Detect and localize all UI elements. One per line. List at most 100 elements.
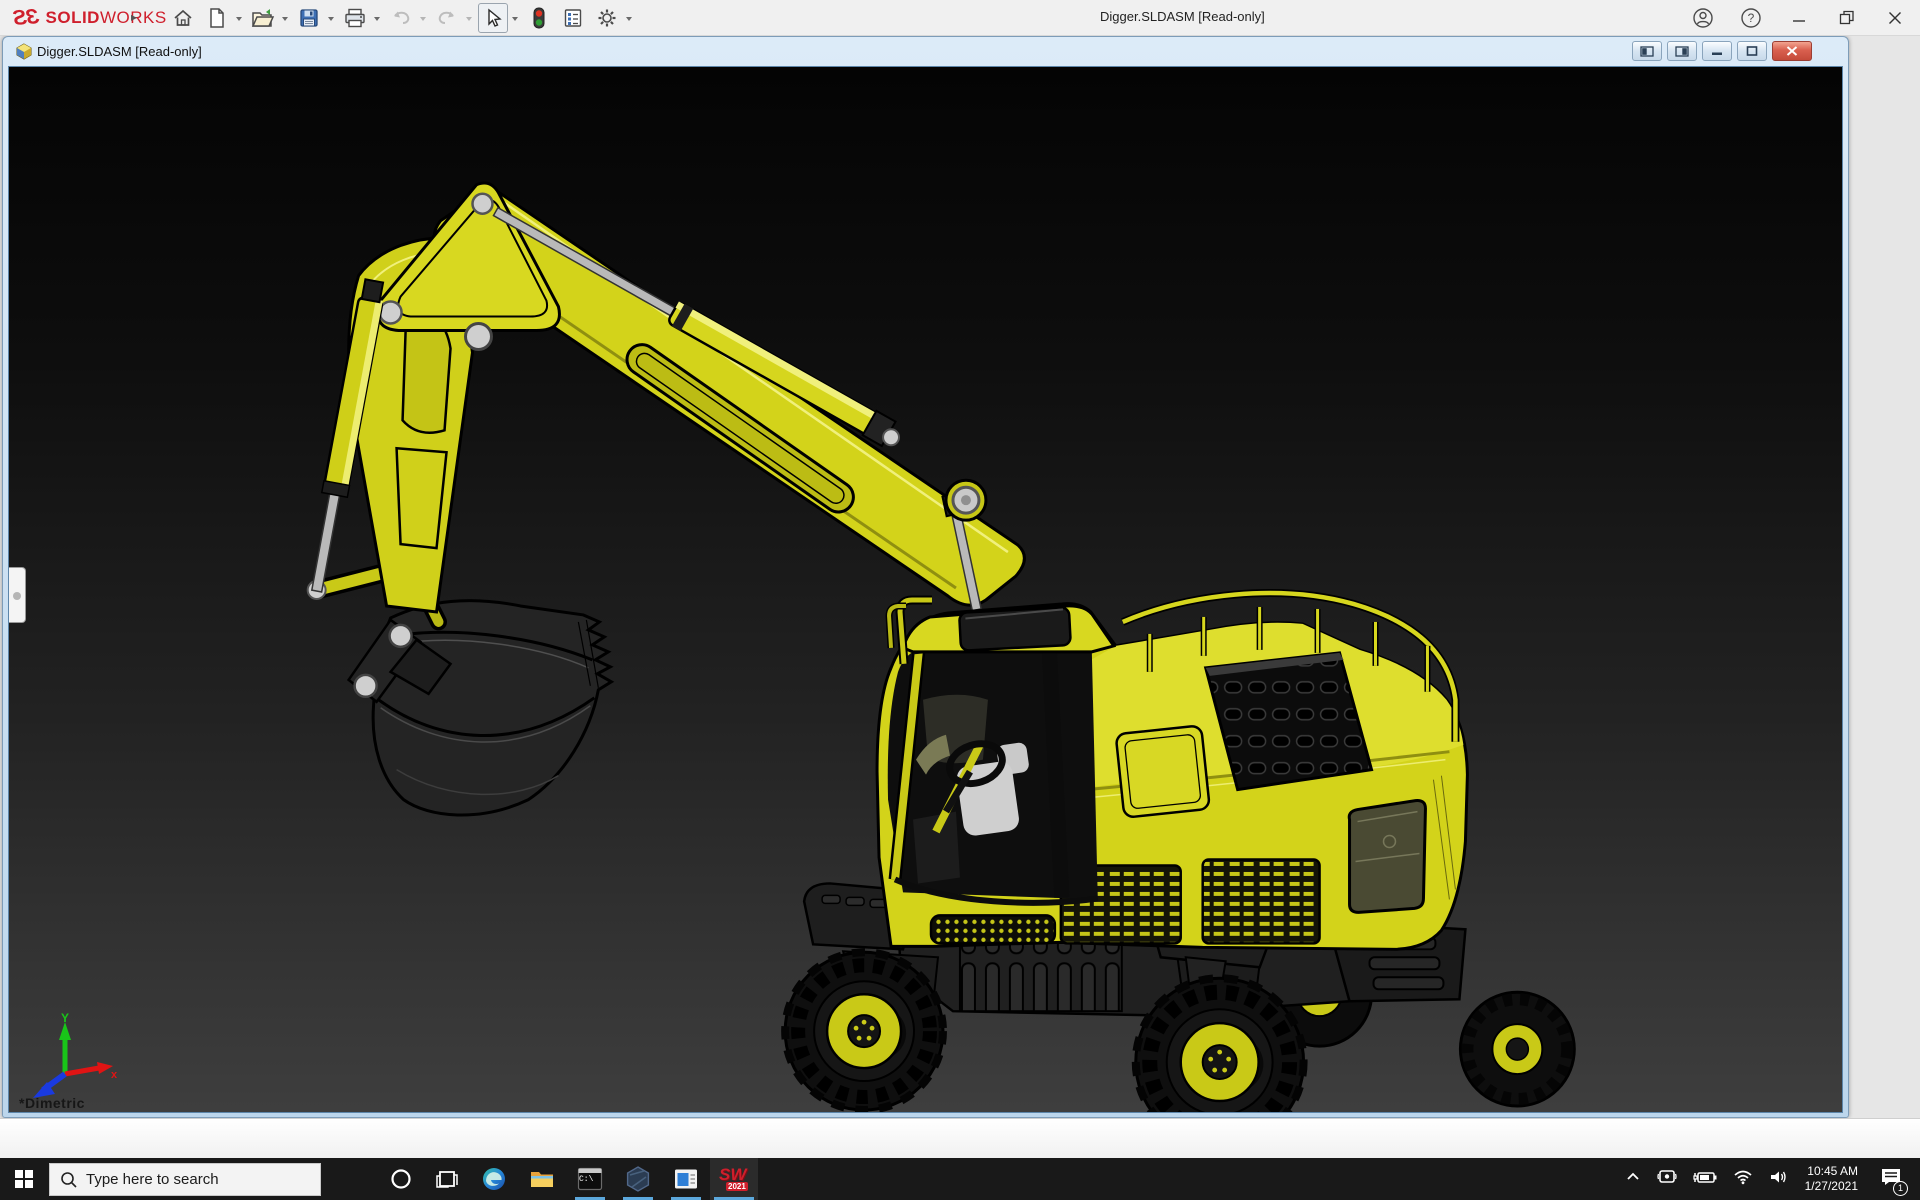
options-button[interactable] [592, 3, 622, 33]
minimize-icon [1792, 11, 1806, 25]
restore-icon [1839, 10, 1855, 26]
select-tool-button[interactable] [478, 3, 508, 33]
cast-icon [1657, 1168, 1677, 1186]
task-properties-icon [562, 7, 584, 29]
print-dropdown[interactable] [374, 17, 380, 24]
pane-tab-handle [13, 592, 21, 600]
document-title: Digger.SLDASM [Read-only] [37, 44, 202, 59]
wifi-icon [1733, 1169, 1753, 1185]
taskbar-app-file-explorer[interactable] [518, 1158, 566, 1200]
print-button[interactable] [340, 3, 370, 33]
minimize-button[interactable] [1782, 3, 1816, 33]
left-pane-icon [1640, 46, 1654, 57]
clock-date: 1/27/2021 [1805, 1179, 1858, 1194]
cortana-button[interactable] [378, 1158, 424, 1200]
taskbar-app-hexagon[interactable] [614, 1158, 662, 1200]
redo-icon [435, 7, 459, 29]
right-pane-toggle-button[interactable] [1667, 41, 1697, 61]
help-button[interactable]: ? [1734, 3, 1768, 33]
triad-x-label: x [111, 1069, 117, 1081]
open-dropdown[interactable] [282, 17, 288, 24]
options-dropdown[interactable] [626, 17, 632, 24]
redo-dropdown[interactable] [466, 17, 472, 24]
taskbar: Type here to search C:\ SW 2021 [0, 1158, 1920, 1200]
start-button[interactable] [0, 1158, 48, 1200]
cortana-icon [389, 1167, 413, 1191]
app-titlebar: ЗS SOLID WORKS ▸ [0, 0, 1920, 36]
undo-icon [389, 7, 413, 29]
wheel-far-rear[interactable] [1460, 992, 1574, 1106]
save-icon [298, 7, 320, 29]
taskbar-app-solidworks[interactable]: SW 2021 [710, 1158, 758, 1200]
view-orientation-label: *Dimetric [19, 1095, 85, 1111]
taskbar-clock[interactable]: 10:45 AM 1/27/2021 [1805, 1164, 1858, 1194]
undo-button[interactable] [386, 3, 416, 33]
edge-icon [481, 1166, 507, 1192]
account-button[interactable] [1686, 3, 1720, 33]
doc-minimize-button[interactable] [1702, 41, 1732, 61]
left-pane-toggle-button[interactable] [1632, 41, 1662, 61]
doc-maximize-icon [1746, 46, 1758, 56]
assembly-file-icon [15, 43, 33, 61]
help-icon: ? [1740, 7, 1762, 29]
taskbar-app-edge[interactable] [470, 1158, 518, 1200]
new-document-button[interactable] [202, 3, 232, 33]
task-properties-button[interactable] [558, 3, 588, 33]
wheel-front-left[interactable] [785, 952, 943, 1110]
windows-logo-icon [15, 1170, 33, 1188]
restore-button[interactable] [1830, 3, 1864, 33]
open-button[interactable] [248, 3, 278, 33]
menu-flyout-arrow[interactable]: ▸ [131, 10, 137, 24]
tray-cast-button[interactable] [1657, 1168, 1677, 1191]
taskbar-app-command-prompt[interactable]: C:\ [566, 1158, 614, 1200]
tray-chevron-button[interactable] [1625, 1169, 1641, 1190]
clock-time: 10:45 AM [1805, 1164, 1858, 1179]
rebuild-traffic-light-icon [531, 6, 547, 30]
app-window-title: Digger.SLDASM [Read-only] [1100, 9, 1265, 24]
tray-volume-button[interactable] [1769, 1169, 1789, 1190]
speaker-icon [1769, 1169, 1789, 1185]
tray-battery-button[interactable] [1693, 1169, 1717, 1190]
action-center-button[interactable]: 1 [1880, 1167, 1902, 1192]
account-icon [1692, 7, 1714, 29]
command-prompt-label: C:\ [579, 1175, 593, 1184]
doc-maximize-button[interactable] [1737, 41, 1767, 61]
model-canvas[interactable] [9, 67, 1842, 1112]
cab[interactable] [888, 600, 1114, 903]
save-button[interactable] [294, 3, 324, 33]
gear-icon [596, 7, 618, 29]
doc-close-button[interactable] [1772, 41, 1812, 61]
rebuild-button[interactable] [524, 3, 554, 33]
orientation-triad: Y x [27, 1012, 117, 1107]
tray-wifi-button[interactable] [1733, 1169, 1753, 1190]
wheel-rear-right[interactable] [1136, 978, 1304, 1112]
graphics-viewport[interactable]: Y x *Dimetric [8, 66, 1843, 1113]
search-placeholder: Type here to search [86, 1171, 219, 1188]
redo-button[interactable] [432, 3, 462, 33]
triad-y-label: Y [61, 1012, 69, 1025]
feature-tree-collapsed-tab[interactable] [9, 567, 26, 623]
search-icon [60, 1171, 78, 1189]
battery-charging-icon [1693, 1169, 1717, 1185]
new-document-dropdown[interactable] [236, 17, 242, 24]
solidworks-logo: ЗS SOLID WORKS [14, 6, 167, 30]
status-bar [0, 1118, 1920, 1158]
taskbar-app-window[interactable] [662, 1158, 710, 1200]
save-dropdown[interactable] [328, 17, 334, 24]
doc-close-icon [1786, 46, 1798, 56]
file-explorer-icon [529, 1166, 555, 1192]
solidworks-logo-mark: ЗS [13, 5, 40, 31]
document-window: Digger.SLDASM [Read-only] [2, 36, 1849, 1118]
notification-badge: 1 [1893, 1181, 1908, 1196]
close-icon [1888, 11, 1902, 25]
svg-text:?: ? [1748, 11, 1755, 25]
home-button[interactable] [168, 3, 198, 33]
select-tool-dropdown[interactable] [512, 17, 518, 24]
close-button[interactable] [1878, 3, 1912, 33]
document-titlebar[interactable]: Digger.SLDASM [Read-only] [3, 37, 1848, 66]
task-view-button[interactable] [424, 1158, 470, 1200]
taskbar-search-input[interactable]: Type here to search [49, 1163, 321, 1196]
undo-dropdown[interactable] [420, 17, 426, 24]
chevron-up-icon [1625, 1169, 1641, 1185]
step-strip [931, 915, 1055, 943]
